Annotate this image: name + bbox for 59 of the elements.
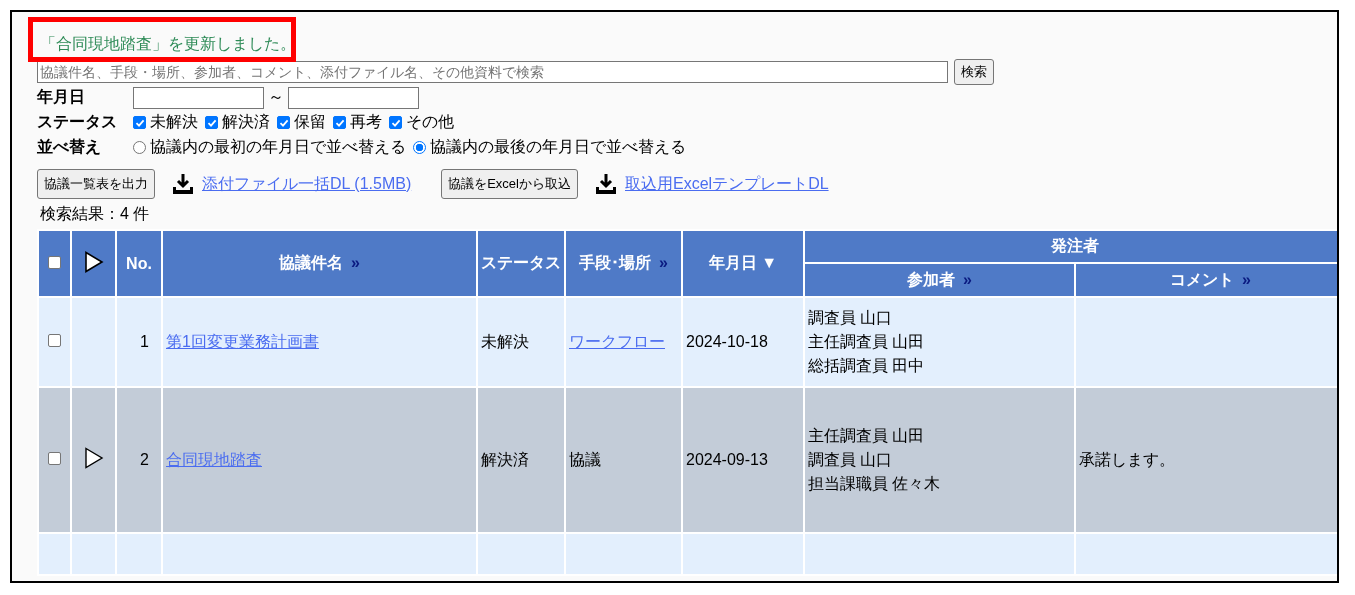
download-link[interactable]: 取込用ExcelテンプレートDL [625,173,829,195]
table-cell: 2 [140,451,149,468]
date-field[interactable] [133,86,264,109]
table-cell: 承諾します。 [1079,450,1175,468]
filter-label: ステータス [37,112,118,132]
range-separator: ～ [268,87,284,107]
checkbox[interactable] [333,116,346,129]
expand-column-icon[interactable]: » [659,254,668,271]
table-cell: 1 [140,333,149,350]
expand-column-icon[interactable]: » [963,270,972,288]
radio-button[interactable] [413,141,426,154]
column-header[interactable]: ステータス [477,230,565,297]
filter-label: 年月日 [37,87,86,107]
radio-button[interactable] [133,141,146,154]
expand-column-icon[interactable]: » [1242,270,1251,288]
column-header[interactable]: 協議件名 » [162,230,477,297]
title-link[interactable]: 合同現地踏査 [166,450,262,468]
column-header[interactable]: 手段･場所 » [565,230,682,297]
checkbox[interactable] [205,116,218,129]
filter-label: 並べ替え [37,137,102,157]
option-label: その他 [406,112,454,132]
table-cell: 協議 [569,450,601,468]
status-message: 「合同現地踏査」を更新しました。 [40,33,296,54]
expand-all-icon [83,250,104,273]
action-button[interactable]: 協議一覧表を出力 [37,169,155,199]
download-icon [595,173,617,195]
download-link[interactable]: 添付ファイル一括DL (1.5MB) [202,173,412,195]
checkbox[interactable] [389,116,402,129]
participant-list: 主任調査員 山田 調査員 山口 担当課職員 佐々木 [808,424,1071,496]
search-button[interactable]: 検索 [954,58,994,85]
means-link[interactable]: ワークフロー [569,332,665,350]
checkbox[interactable] [277,116,290,129]
option-label: 未解決 [150,112,198,132]
checkbox[interactable] [133,116,146,129]
table-cell: 解決済 [481,450,529,468]
action-button[interactable]: 協議をExcelから取込 [441,169,578,199]
option-label: 解決済 [222,112,270,132]
table-cell: 未解決 [481,332,529,350]
download-icon [172,173,194,195]
row-checkbox[interactable] [48,452,61,465]
expand-column-icon[interactable]: » [351,254,360,271]
option-label: 保留 [294,112,326,132]
search-field[interactable]: 協議件名、手段・場所、参加者、コメント、添付ファイル名、その他資料で検索 [37,60,948,83]
column-header[interactable]: No. [116,230,162,297]
result-count: 検索結果：4 件 [40,204,151,224]
select-all-checkbox[interactable] [48,255,61,269]
column-header[interactable]: コメント » [1075,263,1337,297]
column-group-header: 発注者 [804,230,1337,263]
date-field[interactable] [288,86,419,109]
row-checkbox[interactable] [48,334,61,347]
table-cell: 2024-10-18 [686,333,768,350]
option-label: 協議内の最後の年月日で並べ替える [430,137,686,157]
option-label: 協議内の最初の年月日で並べ替える [150,137,406,157]
title-link[interactable]: 第1回変更業務計画書 [166,332,319,350]
option-label: 再考 [350,112,382,132]
column-header[interactable]: 年月日 ▼ [682,230,804,297]
table-cell: 2024-09-13 [686,451,768,468]
participant-list: 調査員 山口 主任調査員 山田 総括調査員 田中 [808,306,1071,378]
column-header[interactable]: 参加者 » [804,263,1075,297]
